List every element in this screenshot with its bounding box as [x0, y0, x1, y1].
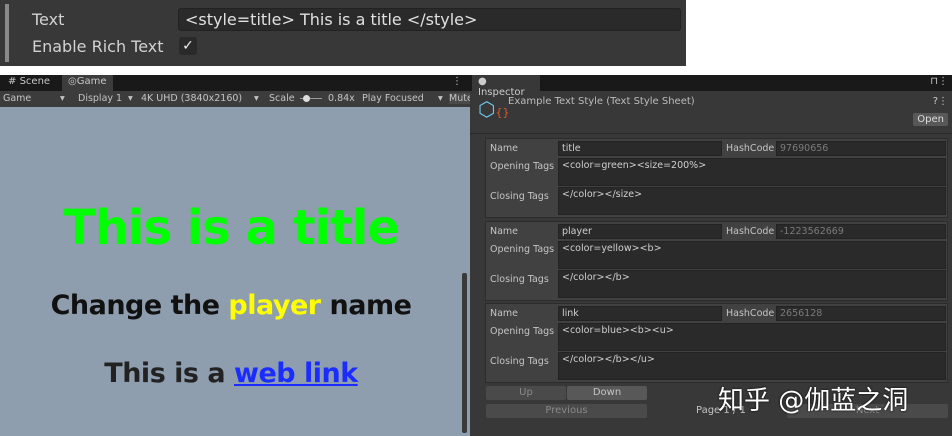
tab-label: Scene — [19, 76, 51, 87]
name-label: Name — [490, 143, 519, 154]
more-icon[interactable]: ⋮ — [452, 76, 462, 87]
up-button[interactable]: Up — [486, 386, 566, 400]
player-line: Change the player name — [0, 290, 462, 321]
down-button[interactable]: Down — [567, 386, 647, 400]
style-entry: Name link HashCode 2656128 Opening Tags … — [485, 303, 948, 383]
divider — [470, 133, 952, 134]
closing-tags-input[interactable]: </color></size> — [558, 187, 946, 215]
view-tabs: # Scene ◎Game ⋮ — [0, 75, 470, 91]
closing-tags-input[interactable]: </color></b></u> — [558, 352, 946, 380]
more-icon[interactable]: ⋮ — [938, 76, 948, 87]
name-label: Name — [490, 226, 519, 237]
opening-tags-label: Opening Tags — [490, 326, 555, 337]
hashcode-value: 97690656 — [776, 141, 946, 156]
display-dropdown[interactable]: Display 1 — [78, 93, 122, 104]
closing-tags-label: Closing Tags — [490, 356, 549, 367]
open-button[interactable]: Open — [913, 113, 948, 126]
text: This is a — [104, 358, 235, 389]
link-line: This is a web link — [0, 358, 462, 389]
more-icon[interactable]: ⋮ — [938, 96, 948, 107]
game-mode-dropdown[interactable]: Game — [3, 93, 31, 104]
info-icon: ● — [478, 76, 487, 87]
opening-tags-input[interactable]: <color=blue><b><u> — [558, 323, 946, 351]
style-name-input[interactable]: title — [558, 141, 722, 156]
game-view-panel: # Scene ◎Game ⋮ Game ▾ Display 1 ▾ 4K UHD … — [0, 75, 470, 436]
panel-accent-bar — [5, 4, 9, 62]
tab-scene[interactable]: # Scene — [2, 75, 56, 91]
player-text: player — [228, 290, 321, 321]
closing-tags-label: Closing Tags — [490, 191, 549, 202]
style-name-input[interactable]: player — [558, 224, 722, 239]
name-label: Name — [490, 308, 519, 319]
enable-rich-text-label: Enable Rich Text — [32, 37, 164, 56]
style-entry: Name player HashCode -1223562669 Opening… — [485, 221, 948, 301]
watermark: 知乎 @伽蓝之洞 — [718, 386, 909, 416]
chevron-down-icon: ▾ — [254, 93, 259, 104]
hashcode-label: HashCode — [726, 226, 775, 237]
tab-game[interactable]: ◎Game — [62, 75, 113, 91]
opening-tags-input[interactable]: <color=green><size=200%> — [558, 158, 946, 186]
chevron-down-icon: ▾ — [438, 93, 443, 104]
inspector-tabbar: ● Inspector ⊓ ⋮ — [470, 75, 952, 98]
text-component-panel: Text <style=title> This is a title </sty… — [0, 0, 686, 66]
previous-button[interactable]: Previous — [486, 404, 647, 418]
scale-slider-handle[interactable] — [303, 95, 310, 102]
text-input[interactable]: <style=title> This is a title </style> — [178, 8, 681, 31]
chevron-down-icon: ▾ — [60, 93, 65, 104]
gamepad-icon: ◎ — [68, 76, 77, 87]
style-entry: Name title HashCode 97690656 Opening Tag… — [485, 138, 948, 218]
asset-title: Example Text Style (Text Style Sheet) — [508, 96, 695, 107]
text-style-asset-icon: ⬡{} — [478, 97, 510, 121]
opening-tags-label: Opening Tags — [490, 161, 555, 172]
text: Change the — [50, 290, 229, 321]
chevron-down-icon: ▾ — [128, 93, 133, 104]
scrollbar[interactable] — [462, 273, 467, 433]
opening-tags-input[interactable]: <color=yellow><b> — [558, 241, 946, 269]
text-label: Text — [32, 10, 65, 29]
web-link[interactable]: web link — [234, 358, 358, 389]
style-name-input[interactable]: link — [558, 306, 722, 321]
lock-icon[interactable]: ⊓ — [930, 76, 938, 87]
closing-tags-label: Closing Tags — [490, 274, 549, 285]
scene-icon: # — [8, 76, 17, 87]
scale-value: 0.84x — [328, 93, 355, 104]
text: name — [320, 290, 412, 321]
enable-rich-text-checkbox[interactable]: ✓ — [179, 37, 197, 55]
tab-inspector[interactable]: ● Inspector — [472, 75, 540, 98]
play-mode-dropdown[interactable]: Play Focused — [362, 93, 424, 104]
scale-label: Scale — [269, 93, 295, 104]
resolution-dropdown[interactable]: 4K UHD (3840x2160) — [141, 93, 242, 104]
hashcode-label: HashCode — [726, 308, 775, 319]
tab-label: Game — [76, 76, 107, 87]
hashcode-label: HashCode — [726, 143, 775, 154]
title-text: This is a title — [63, 200, 400, 256]
closing-tags-input[interactable]: </color></b> — [558, 270, 946, 298]
game-toolbar: Game ▾ Display 1 ▾ 4K UHD (3840x2160) ▾ Sca… — [0, 91, 470, 107]
hashcode-value: 2656128 — [776, 306, 946, 321]
hashcode-value: -1223562669 — [776, 224, 946, 239]
opening-tags-label: Opening Tags — [490, 244, 555, 255]
mute-button[interactable]: Mute — [449, 93, 470, 104]
